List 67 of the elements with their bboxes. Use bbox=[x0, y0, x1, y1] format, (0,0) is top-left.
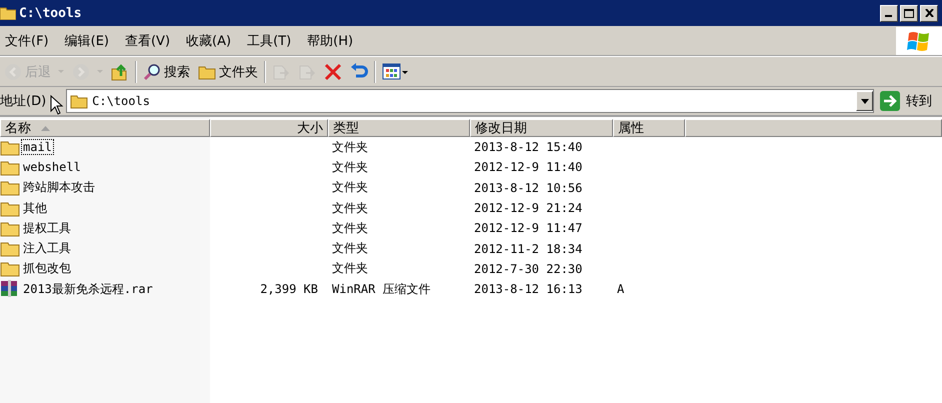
file-name[interactable]: webshell bbox=[21, 159, 83, 176]
file-name[interactable]: 抓包改包 bbox=[21, 259, 73, 278]
close-button[interactable] bbox=[920, 4, 938, 22]
modified-date: 2012-12-9 21:24 bbox=[474, 201, 582, 216]
file-type: 文件夹 bbox=[332, 200, 368, 217]
caret-icon bbox=[860, 98, 868, 104]
modified-date: 2012-12-9 11:40 bbox=[474, 160, 582, 174]
maximize-button[interactable] bbox=[900, 4, 918, 22]
file-name[interactable]: mail bbox=[21, 139, 54, 156]
menu-item[interactable]: 工具(T) bbox=[247, 32, 292, 50]
modified-date: 2013-8-12 15:40 bbox=[474, 140, 582, 154]
column-header[interactable]: 属性 bbox=[613, 119, 685, 137]
folder-icon bbox=[0, 6, 16, 20]
folder-icon bbox=[198, 64, 216, 80]
mouse-pointer-icon bbox=[50, 95, 64, 115]
undo-icon bbox=[350, 62, 368, 80]
folder-icon bbox=[0, 158, 20, 176]
search-icon bbox=[143, 62, 161, 80]
modified-date: 2013-8-12 10:56 bbox=[474, 180, 582, 195]
file-type: 文件夹 bbox=[332, 158, 368, 176]
go-button[interactable]: 转到 bbox=[874, 91, 942, 111]
minimize-button[interactable] bbox=[880, 4, 898, 22]
file-name[interactable]: 2013最新免杀远程.rar bbox=[21, 280, 155, 299]
file-type: 文件夹 bbox=[332, 220, 368, 237]
views-icon bbox=[382, 62, 408, 80]
window-title: C:\tools bbox=[19, 6, 82, 20]
folder-up-icon bbox=[111, 62, 129, 80]
dropdown-button[interactable] bbox=[856, 91, 873, 111]
modified-date: 2012-12-9 11:47 bbox=[474, 221, 582, 236]
column-header[interactable]: 类型 bbox=[328, 119, 470, 137]
file-name[interactable]: 提权工具 bbox=[21, 218, 73, 238]
address-field[interactable]: C:\tools bbox=[66, 89, 874, 113]
menu-item[interactable]: 文件(F) bbox=[5, 32, 49, 50]
archive-icon bbox=[0, 280, 20, 298]
delete-icon bbox=[324, 62, 342, 80]
menu-item[interactable]: 编辑(E) bbox=[64, 32, 109, 50]
file-name[interactable]: 注入工具 bbox=[21, 239, 73, 258]
maximize-icon bbox=[904, 8, 914, 18]
column-header[interactable]: 名称 bbox=[0, 119, 210, 137]
file-type: 文件夹 bbox=[332, 240, 368, 258]
folder-icon bbox=[0, 200, 20, 217]
file-name[interactable]: 跨站脚本攻击 bbox=[21, 178, 97, 198]
file-type: 文件夹 bbox=[332, 138, 368, 156]
menu-item[interactable]: 帮助(H) bbox=[307, 32, 354, 50]
address-label: 地址(D) bbox=[0, 93, 48, 110]
folders-button[interactable]: 文件夹 bbox=[194, 58, 262, 84]
folder-icon bbox=[70, 94, 88, 108]
modified-date: 2013-8-12 16:13 bbox=[474, 282, 582, 296]
modified-date: 2012-7-30 22:30 bbox=[474, 262, 582, 276]
menu-item[interactable]: 查看(V) bbox=[124, 32, 170, 50]
folder-icon bbox=[0, 240, 20, 258]
file-attribute: A bbox=[617, 282, 624, 296]
column-header[interactable]: 修改日期 bbox=[470, 119, 613, 137]
file-size: 2,399 KB bbox=[260, 282, 318, 296]
search-button[interactable]: 搜索 bbox=[139, 58, 194, 84]
file-name[interactable]: 其他 bbox=[21, 198, 49, 218]
flag-icon bbox=[907, 30, 931, 52]
column-header[interactable]: 大小 bbox=[210, 119, 328, 137]
close-icon bbox=[924, 9, 934, 17]
folder-icon bbox=[0, 260, 20, 278]
modified-date: 2012-11-2 18:34 bbox=[474, 242, 582, 256]
file-type: WinRAR 压缩文件 bbox=[332, 280, 431, 298]
menu-item[interactable]: 收藏(A) bbox=[186, 32, 232, 50]
folder-icon bbox=[0, 179, 20, 196]
folder-icon bbox=[0, 220, 20, 237]
file-type: 文件夹 bbox=[332, 179, 368, 196]
file-type: 文件夹 bbox=[332, 260, 368, 278]
